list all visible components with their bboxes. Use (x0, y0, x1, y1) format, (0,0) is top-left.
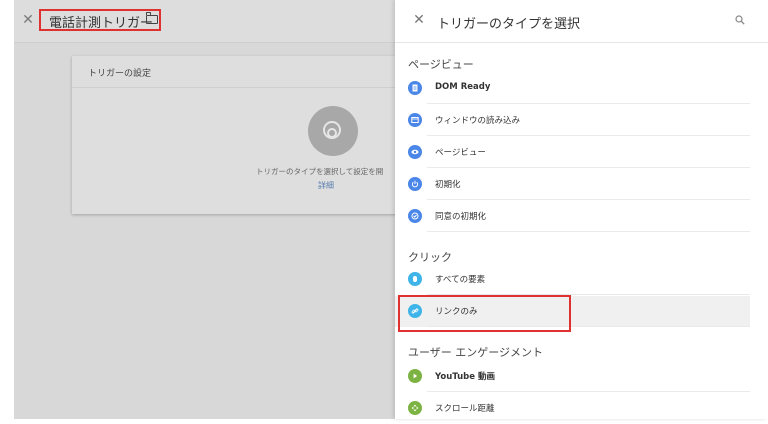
power-icon (408, 177, 422, 191)
search-icon[interactable] (735, 15, 745, 25)
trigger-type-placeholder-icon[interactable] (308, 106, 358, 156)
trigger-item-youtube-video[interactable]: YouTube 動画 (395, 361, 750, 392)
workspace-overlay: ✕ 電話計測トリガー トリガーの設定 トリガーのタイプを選択して設定を開 詳細 (0, 0, 402, 419)
trigger-item-label: ページビュー (435, 148, 486, 158)
workspace-left-strip (0, 0, 14, 419)
trigger-item-initialization[interactable]: 初期化 (395, 169, 750, 200)
trigger-item-consent-initialization[interactable]: 同意の初期化 (395, 201, 750, 232)
trigger-name[interactable]: 電話計測トリガー (49, 12, 153, 31)
trigger-item-label: すべての要素 (435, 275, 486, 285)
card-description: トリガーのタイプを選択して設定を開 (256, 167, 384, 176)
trigger-item-label: スクロール距離 (435, 404, 495, 414)
trigger-item-window-loaded[interactable]: ウィンドウの読み込み (395, 105, 750, 136)
panel-title: トリガーのタイプを選択 (437, 17, 581, 32)
section-label-user-engagement: ユーザー エンゲージメント (408, 346, 544, 359)
trigger-item-label: 初期化 (435, 180, 461, 190)
section-label-click: クリック (408, 251, 452, 264)
window-icon (408, 113, 422, 127)
trigger-config-card[interactable]: トリガーの設定 トリガーのタイプを選択して設定を開 詳細 (72, 56, 402, 214)
eye-icon (408, 145, 422, 159)
consent-icon (408, 209, 422, 223)
panel-header: ✕ トリガーのタイプを選択 (395, 0, 768, 43)
trigger-type-panel: ✕ トリガーのタイプを選択 ページビュー DOM Ready ウィンドウの読み込… (395, 0, 768, 419)
card-divider (72, 87, 402, 88)
document-icon (408, 81, 422, 95)
trigger-item-label: DOM Ready (435, 82, 491, 92)
trigger-item-page-view[interactable]: ページビュー (395, 137, 750, 168)
trigger-item-label: ウィンドウの読み込み (435, 116, 521, 126)
scroll-icon (408, 401, 422, 415)
section-label-pageview: ページビュー (408, 58, 474, 71)
trigger-item-all-elements[interactable]: すべての要素 (395, 264, 750, 295)
learn-more-link[interactable]: 詳細 (318, 180, 334, 191)
folder-icon[interactable] (145, 12, 158, 24)
link-only-highlight-box (398, 295, 571, 332)
close-icon[interactable]: ✕ (411, 12, 427, 28)
close-icon[interactable]: ✕ (20, 12, 36, 28)
trigger-item-dom-ready[interactable]: DOM Ready (395, 73, 750, 104)
trigger-item-label: YouTube 動画 (435, 372, 495, 382)
card-title: トリガーの設定 (88, 69, 152, 79)
play-icon (408, 369, 422, 383)
trigger-item-label: 同意の初期化 (435, 212, 487, 222)
trigger-item-scroll-depth[interactable]: スクロール距離 (395, 393, 750, 424)
cursor-icon (408, 272, 422, 286)
